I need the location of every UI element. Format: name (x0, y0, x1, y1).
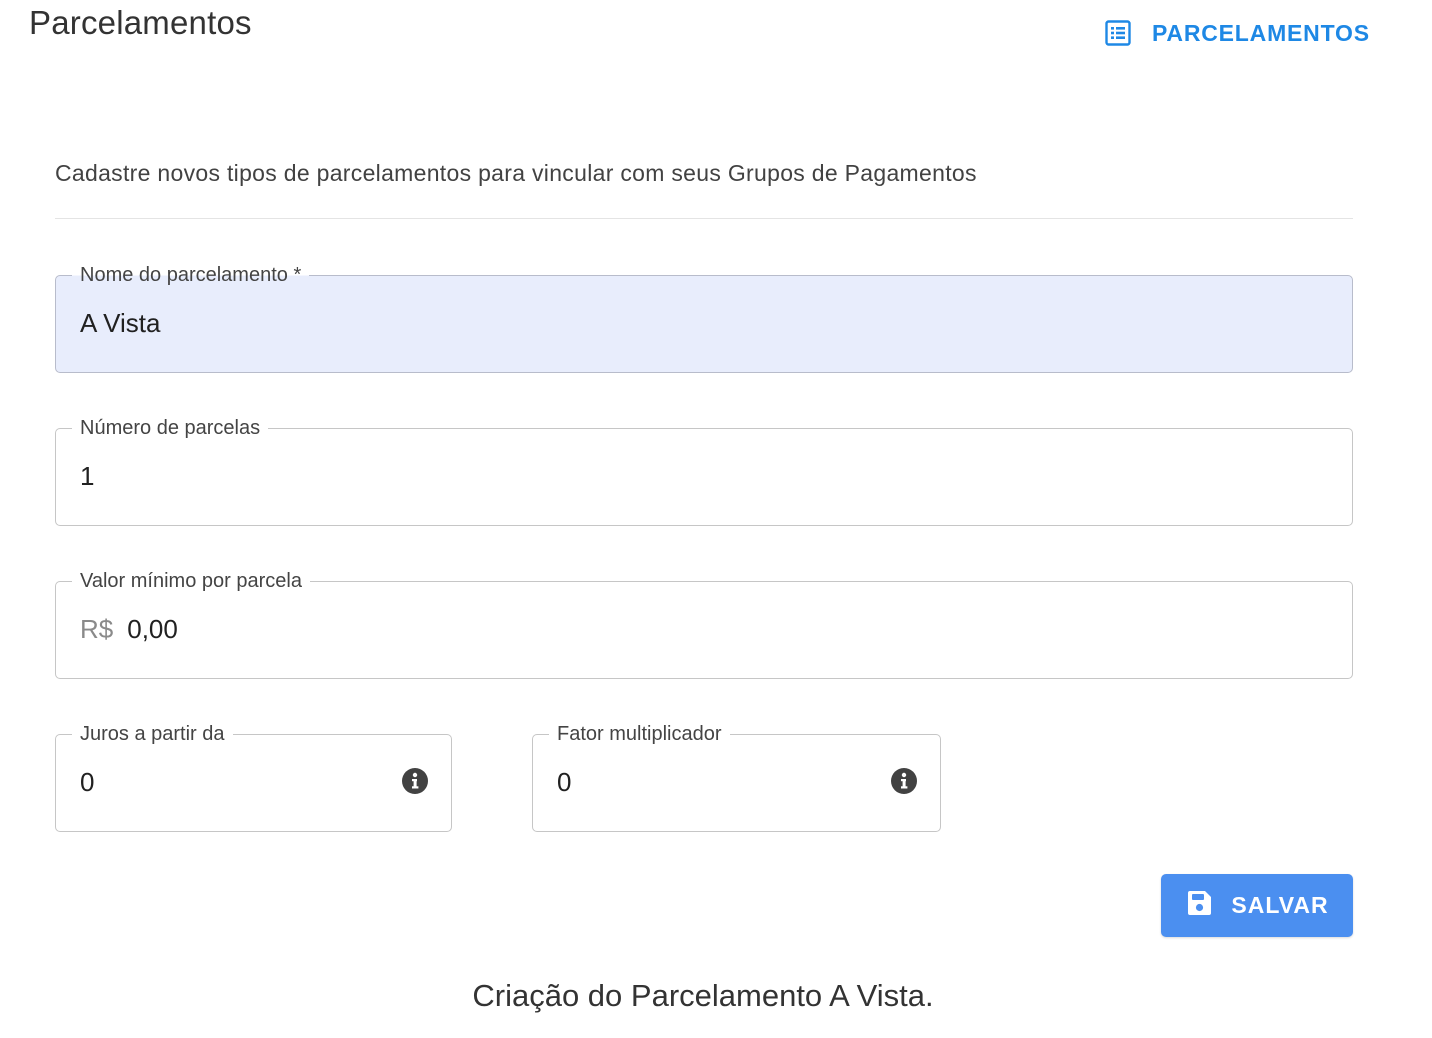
fator-input[interactable]: 0 (557, 765, 571, 799)
numero-parcelas-label: Número de parcelas (72, 415, 269, 441)
info-icon[interactable] (890, 767, 918, 795)
page-title: Parcelamentos (29, 4, 252, 41)
parcelamentos-link-label: PARCELAMENTOS (1152, 19, 1370, 46)
valor-minimo-label: Valor mínimo por parcela (72, 568, 310, 594)
save-icon (1185, 889, 1213, 922)
valor-minimo-value-group: R$ 0,00 (80, 612, 178, 646)
info-icon[interactable] (401, 767, 429, 795)
save-button-label: SALVAR (1231, 892, 1329, 918)
fator-label: Fator multiplicador (549, 721, 730, 747)
juros-field[interactable]: Juros a partir da 0 (55, 721, 452, 832)
juros-label: Juros a partir da (72, 721, 233, 747)
parcelamentos-link[interactable]: PARCELAMENTOS (1104, 16, 1370, 50)
fator-field[interactable]: Fator multiplicador 0 (532, 721, 941, 832)
juros-input[interactable]: 0 (80, 765, 94, 799)
nome-parcelamento-input[interactable]: A Vista (80, 306, 160, 340)
currency-prefix: R$ (80, 614, 114, 644)
save-button[interactable]: SALVAR (1161, 874, 1353, 937)
page: Parcelamentos PARCELAMENTOS Cadastre nov… (0, 0, 1432, 1038)
divider (55, 218, 1353, 219)
list-icon (1104, 19, 1132, 47)
nome-parcelamento-field[interactable]: Nome do parcelamento * A Vista (55, 262, 1353, 373)
page-description: Cadastre novos tipos de parcelamentos pa… (55, 160, 977, 186)
figure-caption: Criação do Parcelamento A Vista. (472, 978, 934, 1013)
numero-parcelas-field[interactable]: Número de parcelas 1 (55, 415, 1353, 526)
nome-parcelamento-label: Nome do parcelamento * (72, 262, 310, 288)
valor-minimo-field[interactable]: Valor mínimo por parcela R$ 0,00 (55, 568, 1353, 679)
numero-parcelas-input[interactable]: 1 (80, 459, 94, 493)
valor-minimo-input[interactable]: 0,00 (127, 614, 178, 644)
